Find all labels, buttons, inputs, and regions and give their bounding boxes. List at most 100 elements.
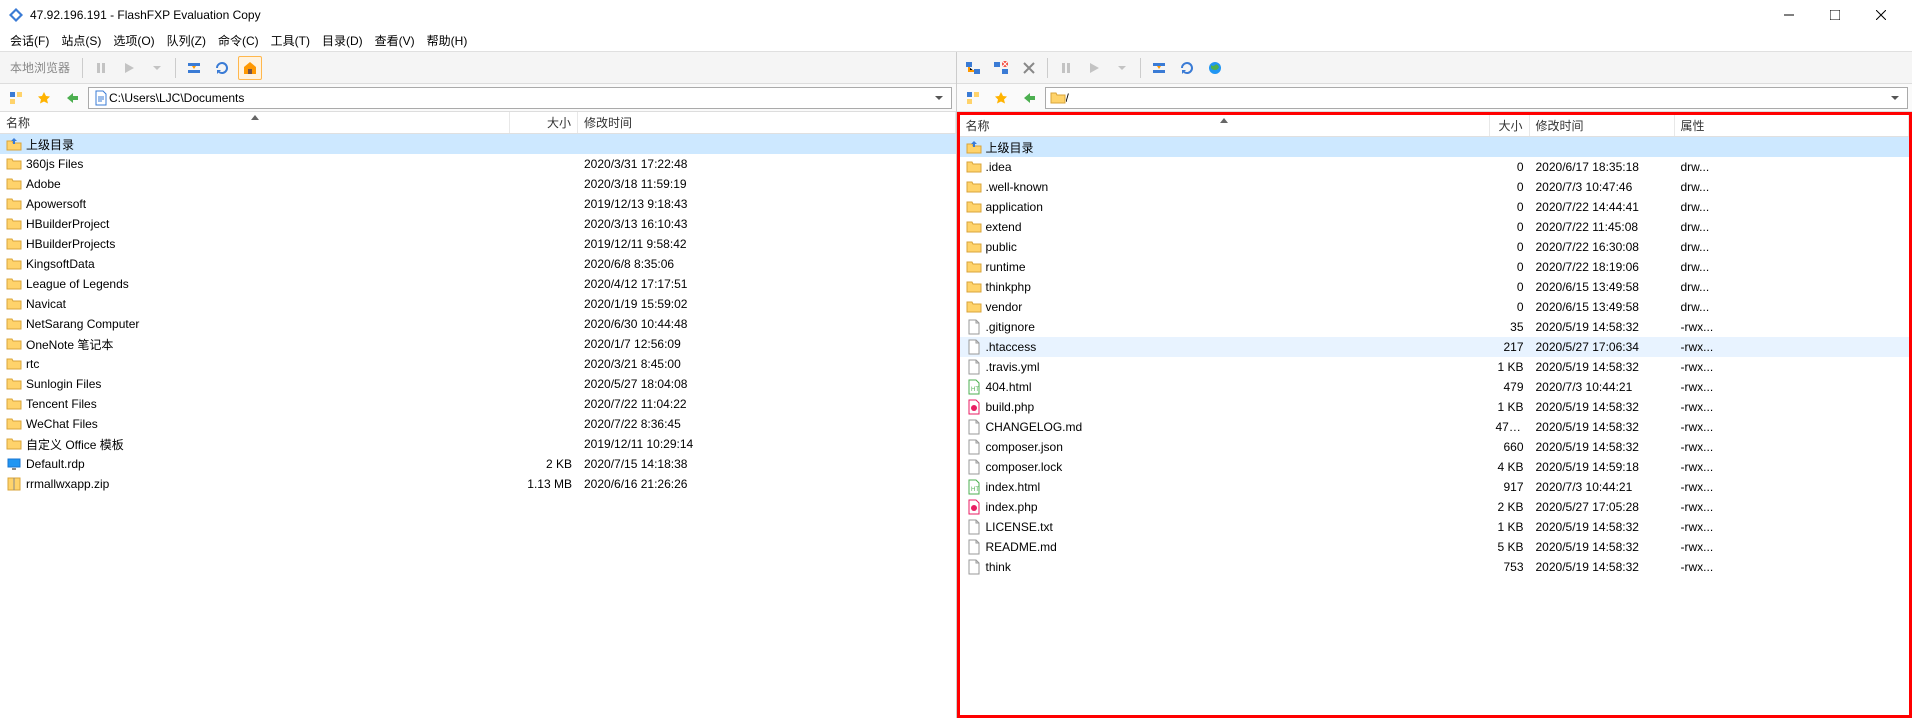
list-item[interactable]: NetSarang Computer2020/6/30 10:44:48 [0, 314, 956, 334]
maximize-button[interactable] [1812, 0, 1858, 30]
tree-toggle-button[interactable] [4, 86, 28, 110]
path-dropdown-r[interactable] [1887, 94, 1903, 102]
list-item[interactable]: 自定义 Office 模板2019/12/11 10:29:14 [0, 434, 956, 454]
go-button[interactable] [60, 86, 84, 110]
folder-icon [6, 236, 22, 252]
play-dropdown[interactable] [145, 56, 169, 80]
folder-icon [6, 316, 22, 332]
col-attr-r[interactable]: 属性 [1675, 115, 1910, 136]
minimize-button[interactable] [1766, 0, 1812, 30]
menu-item[interactable]: 命令(C) [212, 30, 265, 51]
remote-file-list[interactable]: 上级目录 .idea02020/6/17 18:35:18drw....well… [960, 137, 1910, 715]
file-icon [966, 359, 982, 375]
col-size-r[interactable]: 大小 [1490, 115, 1530, 136]
list-item[interactable]: .well-known02020/7/3 10:47:46drw... [960, 177, 1910, 197]
remote-path-box[interactable] [1045, 87, 1909, 109]
list-item[interactable]: index.html9172020/7/3 10:44:21-rwx... [960, 477, 1910, 497]
menu-item[interactable]: 会话(F) [4, 30, 55, 51]
list-item[interactable]: WeChat Files2020/7/22 8:36:45 [0, 414, 956, 434]
menu-item[interactable]: 查看(V) [369, 30, 421, 51]
path-dropdown[interactable] [931, 94, 947, 102]
menu-item[interactable]: 站点(S) [55, 30, 107, 51]
list-item[interactable]: .gitignore352020/5/19 14:58:32-rwx... [960, 317, 1910, 337]
list-item[interactable]: extend02020/7/22 11:45:08drw... [960, 217, 1910, 237]
list-item[interactable]: runtime02020/7/22 18:19:06drw... [960, 257, 1910, 277]
local-path-input[interactable] [109, 89, 931, 107]
pause-button[interactable] [89, 56, 113, 80]
menu-item[interactable]: 选项(O) [107, 30, 160, 51]
file-icon [966, 559, 982, 575]
list-item[interactable]: CHANGELOG.md47 KB2020/5/19 14:58:32-rwx.… [960, 417, 1910, 437]
transfer-button-r[interactable] [1147, 56, 1171, 80]
list-item[interactable]: think7532020/5/19 14:58:32-rwx... [960, 557, 1910, 577]
list-item[interactable]: composer.json6602020/5/19 14:58:32-rwx..… [960, 437, 1910, 457]
list-item[interactable]: build.php1 KB2020/5/19 14:58:32-rwx... [960, 397, 1910, 417]
col-size[interactable]: 大小 [510, 112, 578, 133]
list-item[interactable]: League of Legends2020/4/12 17:17:51 [0, 274, 956, 294]
list-item[interactable]: 360js Files2020/3/31 17:22:48 [0, 154, 956, 174]
folder-icon [6, 336, 22, 352]
menu-item[interactable]: 帮助(H) [421, 30, 474, 51]
list-item[interactable]: Navicat2020/1/19 15:59:02 [0, 294, 956, 314]
col-name[interactable]: 名称 [0, 112, 510, 133]
connect-button[interactable] [961, 56, 985, 80]
play-dropdown-r[interactable] [1110, 56, 1134, 80]
php-icon [966, 399, 982, 415]
globe-button[interactable] [1203, 56, 1227, 80]
abort-button[interactable] [1017, 56, 1041, 80]
list-item[interactable]: .idea02020/6/17 18:35:18drw... [960, 157, 1910, 177]
list-item[interactable]: thinkphp02020/6/15 13:49:58drw... [960, 277, 1910, 297]
go-button-r[interactable] [1017, 86, 1041, 110]
list-item[interactable]: .htaccess2172020/5/27 17:06:34-rwx... [960, 337, 1910, 357]
pause-button-r[interactable] [1054, 56, 1078, 80]
parent-dir-row[interactable]: 上级目录 [0, 134, 956, 154]
list-item[interactable]: Default.rdp2 KB2020/7/15 14:18:38 [0, 454, 956, 474]
play-button[interactable] [117, 56, 141, 80]
refresh-button[interactable] [210, 56, 234, 80]
list-item[interactable]: .travis.yml1 KB2020/5/19 14:58:32-rwx... [960, 357, 1910, 377]
list-item[interactable]: 404.html4792020/7/3 10:44:21-rwx... [960, 377, 1910, 397]
file-icon [966, 459, 982, 475]
col-mtime[interactable]: 修改时间 [578, 112, 956, 133]
local-file-list[interactable]: 上级目录 360js Files2020/3/31 17:22:48Adobe2… [0, 134, 956, 718]
folder-icon [966, 299, 982, 315]
list-item[interactable]: index.php2 KB2020/5/27 17:05:28-rwx... [960, 497, 1910, 517]
play-button-r[interactable] [1082, 56, 1106, 80]
home-button[interactable] [238, 56, 262, 80]
list-item[interactable]: OneNote 笔记本2020/1/7 12:56:09 [0, 334, 956, 354]
list-item[interactable]: composer.lock4 KB2020/5/19 14:59:18-rwx.… [960, 457, 1910, 477]
list-item[interactable]: HBuilderProjects2019/12/11 9:58:42 [0, 234, 956, 254]
remote-path-input[interactable] [1066, 89, 1888, 107]
menu-item[interactable]: 工具(T) [265, 30, 316, 51]
list-item[interactable]: HBuilderProject2020/3/13 16:10:43 [0, 214, 956, 234]
file-icon [966, 419, 982, 435]
list-item[interactable]: Adobe2020/3/18 11:59:19 [0, 174, 956, 194]
list-item[interactable]: Sunlogin Files2020/5/27 18:04:08 [0, 374, 956, 394]
favorite-button[interactable] [32, 86, 56, 110]
folder-icon [966, 239, 982, 255]
col-name-r[interactable]: 名称 [960, 115, 1490, 136]
tree-toggle-button-r[interactable] [961, 86, 985, 110]
list-item[interactable]: LICENSE.txt1 KB2020/5/19 14:58:32-rwx... [960, 517, 1910, 537]
file-icon [966, 519, 982, 535]
disconnect-button[interactable] [989, 56, 1013, 80]
close-button[interactable] [1858, 0, 1904, 30]
list-item[interactable]: Tencent Files2020/7/22 11:04:22 [0, 394, 956, 414]
favorite-button-r[interactable] [989, 86, 1013, 110]
list-item[interactable]: KingsoftData2020/6/8 8:35:06 [0, 254, 956, 274]
menu-item[interactable]: 队列(Z) [161, 30, 212, 51]
list-item[interactable]: rrmallwxapp.zip1.13 MB2020/6/16 21:26:26 [0, 474, 956, 494]
col-mtime-r[interactable]: 修改时间 [1530, 115, 1675, 136]
up-icon [966, 139, 982, 155]
transfer-button[interactable] [182, 56, 206, 80]
refresh-button-r[interactable] [1175, 56, 1199, 80]
local-path-box[interactable] [88, 87, 952, 109]
list-item[interactable]: application02020/7/22 14:44:41drw... [960, 197, 1910, 217]
menu-item[interactable]: 目录(D) [316, 30, 369, 51]
list-item[interactable]: rtc2020/3/21 8:45:00 [0, 354, 956, 374]
list-item[interactable]: README.md5 KB2020/5/19 14:58:32-rwx... [960, 537, 1910, 557]
list-item[interactable]: public02020/7/22 16:30:08drw... [960, 237, 1910, 257]
list-item[interactable]: vendor02020/6/15 13:49:58drw... [960, 297, 1910, 317]
list-item[interactable]: Apowersoft2019/12/13 9:18:43 [0, 194, 956, 214]
parent-dir-row-r[interactable]: 上级目录 [960, 137, 1910, 157]
